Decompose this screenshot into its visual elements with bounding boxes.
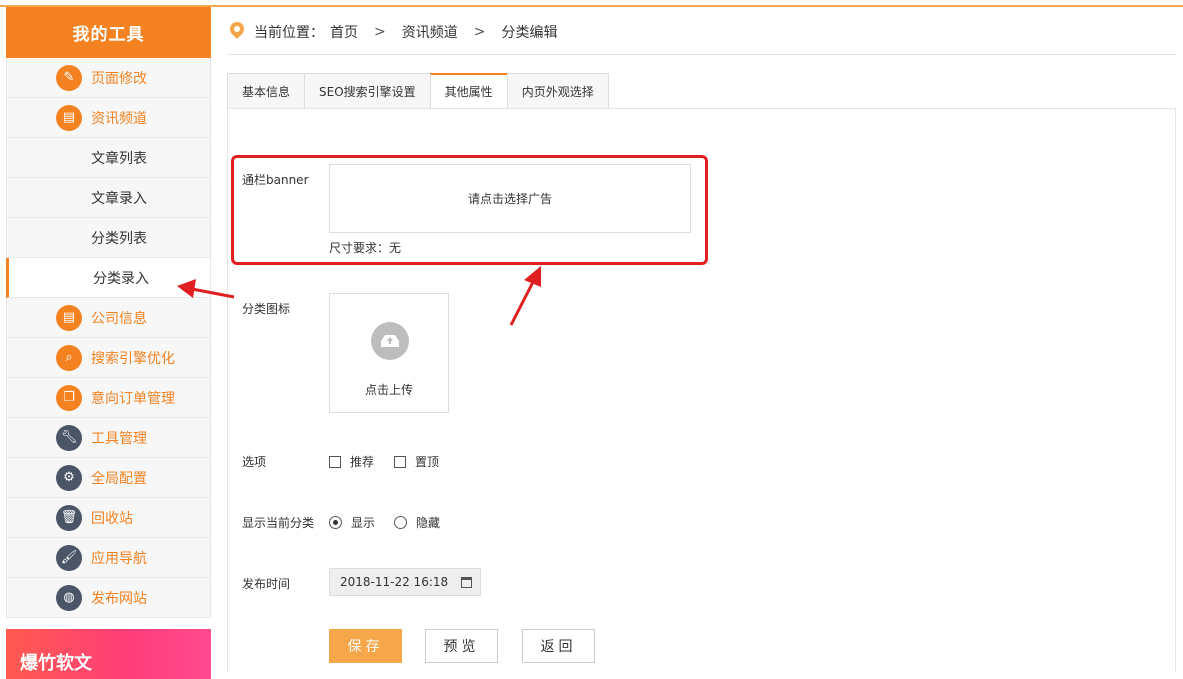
annotation-arrows	[177, 266, 541, 326]
arrow-to-banner-icon	[509, 266, 541, 326]
arrow-to-sidebar-icon	[177, 279, 235, 299]
